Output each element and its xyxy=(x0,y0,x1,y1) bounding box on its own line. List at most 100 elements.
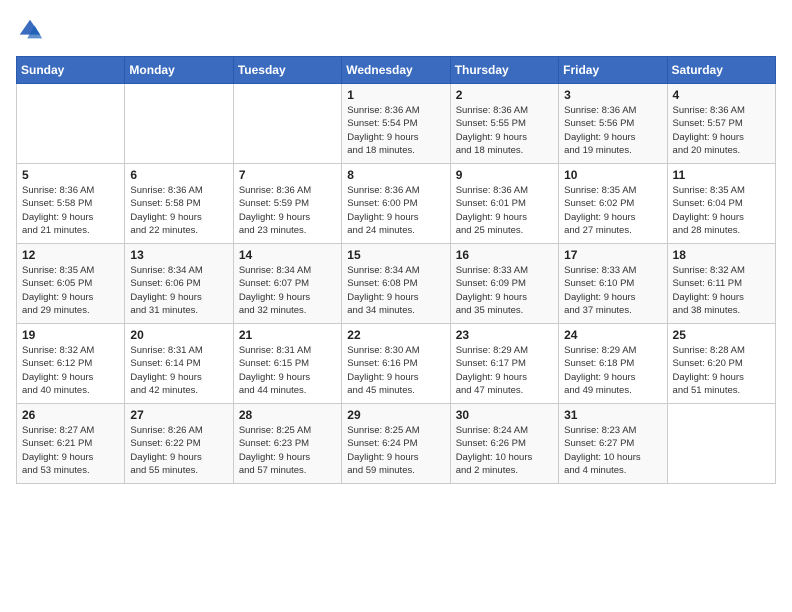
day-number: 17 xyxy=(564,248,661,262)
day-info: Sunrise: 8:32 AM Sunset: 6:11 PM Dayligh… xyxy=(673,264,770,317)
logo xyxy=(16,16,48,44)
day-info: Sunrise: 8:23 AM Sunset: 6:27 PM Dayligh… xyxy=(564,424,661,477)
day-number: 6 xyxy=(130,168,227,182)
day-number: 23 xyxy=(456,328,553,342)
day-info: Sunrise: 8:35 AM Sunset: 6:05 PM Dayligh… xyxy=(22,264,119,317)
day-info: Sunrise: 8:36 AM Sunset: 5:59 PM Dayligh… xyxy=(239,184,336,237)
calendar-cell: 21 Sunrise: 8:31 AM Sunset: 6:15 PM Dayli… xyxy=(233,324,341,404)
calendar-body: 1Sunrise: 8:36 AM Sunset: 5:54 PM Daylig… xyxy=(17,84,776,484)
calendar-cell xyxy=(667,404,775,484)
calendar-week-row: 19 Sunrise: 8:32 AM Sunset: 6:12 PM Dayli… xyxy=(17,324,776,404)
day-info: Sunrise: 8:36 AM Sunset: 5:56 PM Dayligh… xyxy=(564,104,661,157)
day-info: Sunrise: 8:29 AM Sunset: 6:17 PM Dayligh… xyxy=(456,344,553,397)
day-info: Sunrise: 8:36 AM Sunset: 5:58 PM Dayligh… xyxy=(22,184,119,237)
day-info: Sunrise: 8:25 AM Sunset: 6:24 PM Dayligh… xyxy=(347,424,444,477)
calendar-cell xyxy=(125,84,233,164)
calendar-cell: 19 Sunrise: 8:32 AM Sunset: 6:12 PM Dayli… xyxy=(17,324,125,404)
day-number: 12 xyxy=(22,248,119,262)
day-number: 24 xyxy=(564,328,661,342)
day-info: Sunrise: 8:32 AM Sunset: 6:12 PM Dayligh… xyxy=(22,344,119,397)
day-info: Sunrise: 8:27 AM Sunset: 6:21 PM Dayligh… xyxy=(22,424,119,477)
day-number: 11 xyxy=(673,168,770,182)
calendar-cell: 2 Sunrise: 8:36 AM Sunset: 5:55 PM Daylig… xyxy=(450,84,558,164)
day-info: Sunrise: 8:24 AM Sunset: 6:26 PM Dayligh… xyxy=(456,424,553,477)
calendar-cell: 1Sunrise: 8:36 AM Sunset: 5:54 PM Daylig… xyxy=(342,84,450,164)
day-number: 25 xyxy=(673,328,770,342)
calendar-header: SundayMondayTuesdayWednesdayThursdayFrid… xyxy=(17,57,776,84)
day-number: 20 xyxy=(130,328,227,342)
calendar-cell: 6Sunrise: 8:36 AM Sunset: 5:58 PM Daylig… xyxy=(125,164,233,244)
calendar-week-row: 5Sunrise: 8:36 AM Sunset: 5:58 PM Daylig… xyxy=(17,164,776,244)
day-number: 22 xyxy=(347,328,444,342)
day-info: Sunrise: 8:36 AM Sunset: 6:01 PM Dayligh… xyxy=(456,184,553,237)
calendar-table: SundayMondayTuesdayWednesdayThursdayFrid… xyxy=(16,56,776,484)
calendar-cell: 16 Sunrise: 8:33 AM Sunset: 6:09 PM Dayli… xyxy=(450,244,558,324)
calendar-cell: 9 Sunrise: 8:36 AM Sunset: 6:01 PM Daylig… xyxy=(450,164,558,244)
day-info: Sunrise: 8:29 AM Sunset: 6:18 PM Dayligh… xyxy=(564,344,661,397)
day-number: 21 xyxy=(239,328,336,342)
day-number: 3 xyxy=(564,88,661,102)
calendar-cell: 27 Sunrise: 8:26 AM Sunset: 6:22 PM Dayli… xyxy=(125,404,233,484)
day-header: Sunday xyxy=(17,57,125,84)
calendar-cell: 26 Sunrise: 8:27 AM Sunset: 6:21 PM Dayli… xyxy=(17,404,125,484)
day-info: Sunrise: 8:36 AM Sunset: 5:55 PM Dayligh… xyxy=(456,104,553,157)
day-header: Wednesday xyxy=(342,57,450,84)
calendar-cell: 12 Sunrise: 8:35 AM Sunset: 6:05 PM Dayli… xyxy=(17,244,125,324)
day-info: Sunrise: 8:36 AM Sunset: 6:00 PM Dayligh… xyxy=(347,184,444,237)
day-number: 29 xyxy=(347,408,444,422)
calendar-cell: 4Sunrise: 8:36 AM Sunset: 5:57 PM Daylig… xyxy=(667,84,775,164)
header-row: SundayMondayTuesdayWednesdayThursdayFrid… xyxy=(17,57,776,84)
day-header: Friday xyxy=(559,57,667,84)
day-number: 14 xyxy=(239,248,336,262)
calendar-cell: 13 Sunrise: 8:34 AM Sunset: 6:06 PM Dayli… xyxy=(125,244,233,324)
day-number: 19 xyxy=(22,328,119,342)
calendar-cell: 23 Sunrise: 8:29 AM Sunset: 6:17 PM Dayli… xyxy=(450,324,558,404)
calendar-cell xyxy=(17,84,125,164)
day-info: Sunrise: 8:31 AM Sunset: 6:15 PM Dayligh… xyxy=(239,344,336,397)
logo-icon xyxy=(16,16,44,44)
day-number: 13 xyxy=(130,248,227,262)
calendar-cell: 20 Sunrise: 8:31 AM Sunset: 6:14 PM Dayli… xyxy=(125,324,233,404)
calendar-cell: 24 Sunrise: 8:29 AM Sunset: 6:18 PM Dayli… xyxy=(559,324,667,404)
day-info: Sunrise: 8:36 AM Sunset: 5:57 PM Dayligh… xyxy=(673,104,770,157)
day-info: Sunrise: 8:25 AM Sunset: 6:23 PM Dayligh… xyxy=(239,424,336,477)
calendar-cell: 25Sunrise: 8:28 AM Sunset: 6:20 PM Dayli… xyxy=(667,324,775,404)
day-number: 27 xyxy=(130,408,227,422)
calendar-week-row: 12 Sunrise: 8:35 AM Sunset: 6:05 PM Dayli… xyxy=(17,244,776,324)
day-info: Sunrise: 8:34 AM Sunset: 6:08 PM Dayligh… xyxy=(347,264,444,317)
day-number: 7 xyxy=(239,168,336,182)
day-number: 9 xyxy=(456,168,553,182)
day-info: Sunrise: 8:33 AM Sunset: 6:10 PM Dayligh… xyxy=(564,264,661,317)
day-info: Sunrise: 8:34 AM Sunset: 6:06 PM Dayligh… xyxy=(130,264,227,317)
page-header xyxy=(16,16,776,44)
calendar-week-row: 1Sunrise: 8:36 AM Sunset: 5:54 PM Daylig… xyxy=(17,84,776,164)
day-header: Thursday xyxy=(450,57,558,84)
calendar-cell: 15Sunrise: 8:34 AM Sunset: 6:08 PM Dayli… xyxy=(342,244,450,324)
day-info: Sunrise: 8:26 AM Sunset: 6:22 PM Dayligh… xyxy=(130,424,227,477)
calendar-cell: 3 Sunrise: 8:36 AM Sunset: 5:56 PM Daylig… xyxy=(559,84,667,164)
day-info: Sunrise: 8:34 AM Sunset: 6:07 PM Dayligh… xyxy=(239,264,336,317)
day-number: 26 xyxy=(22,408,119,422)
calendar-cell: 18Sunrise: 8:32 AM Sunset: 6:11 PM Dayli… xyxy=(667,244,775,324)
day-info: Sunrise: 8:33 AM Sunset: 6:09 PM Dayligh… xyxy=(456,264,553,317)
calendar-cell: 11Sunrise: 8:35 AM Sunset: 6:04 PM Dayli… xyxy=(667,164,775,244)
day-info: Sunrise: 8:30 AM Sunset: 6:16 PM Dayligh… xyxy=(347,344,444,397)
day-info: Sunrise: 8:31 AM Sunset: 6:14 PM Dayligh… xyxy=(130,344,227,397)
calendar-cell: 31Sunrise: 8:23 AM Sunset: 6:27 PM Dayli… xyxy=(559,404,667,484)
day-number: 8 xyxy=(347,168,444,182)
day-header: Tuesday xyxy=(233,57,341,84)
day-number: 2 xyxy=(456,88,553,102)
calendar-cell xyxy=(233,84,341,164)
calendar-cell: 17 Sunrise: 8:33 AM Sunset: 6:10 PM Dayli… xyxy=(559,244,667,324)
day-number: 16 xyxy=(456,248,553,262)
day-number: 1 xyxy=(347,88,444,102)
calendar-cell: 7 Sunrise: 8:36 AM Sunset: 5:59 PM Daylig… xyxy=(233,164,341,244)
day-header: Saturday xyxy=(667,57,775,84)
calendar-cell: 29 Sunrise: 8:25 AM Sunset: 6:24 PM Dayli… xyxy=(342,404,450,484)
calendar-cell: 22 Sunrise: 8:30 AM Sunset: 6:16 PM Dayli… xyxy=(342,324,450,404)
day-number: 10 xyxy=(564,168,661,182)
calendar-cell: 8 Sunrise: 8:36 AM Sunset: 6:00 PM Daylig… xyxy=(342,164,450,244)
day-number: 28 xyxy=(239,408,336,422)
calendar-week-row: 26 Sunrise: 8:27 AM Sunset: 6:21 PM Dayli… xyxy=(17,404,776,484)
calendar-cell: 10Sunrise: 8:35 AM Sunset: 6:02 PM Dayli… xyxy=(559,164,667,244)
